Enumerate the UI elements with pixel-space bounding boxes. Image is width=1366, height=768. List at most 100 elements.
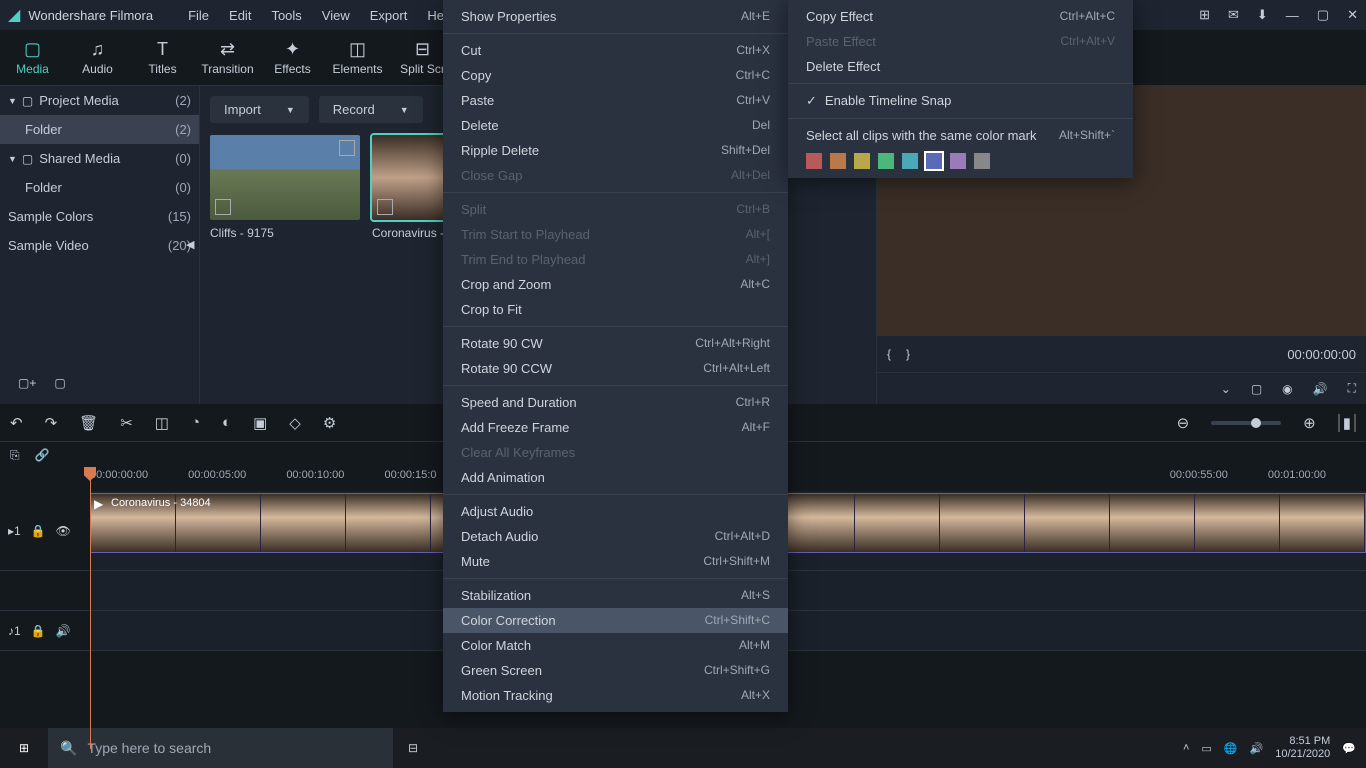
timeline-link-icon[interactable]: 🔗 (35, 448, 50, 463)
ctx-stabilization[interactable]: StabilizationAlt+S (443, 583, 788, 608)
ctx-delete[interactable]: DeleteDel (443, 113, 788, 138)
tab-titles[interactable]: TTitles (130, 33, 195, 82)
settings-icon[interactable]: ⚙ (323, 414, 336, 432)
marker-in-icon[interactable]: { (887, 347, 891, 361)
ctx-crop-to-fit[interactable]: Crop to Fit (443, 297, 788, 322)
ctx-motion-tracking[interactable]: Motion TrackingAlt+X (443, 683, 788, 708)
task-view-icon[interactable]: ⊟ (393, 728, 433, 768)
folder-icon[interactable]: ▢ (54, 376, 65, 390)
ctx-rotate-90-cw[interactable]: Rotate 90 CWCtrl+Alt+Right (443, 331, 788, 356)
zoom-fit-icon[interactable]: ▮ (1338, 414, 1356, 432)
menu-export[interactable]: Export (360, 8, 418, 23)
taskbar-clock[interactable]: 8:51 PM 10/21/2020 (1275, 735, 1330, 761)
tab-effects[interactable]: ✦Effects (260, 33, 325, 82)
ctx-cut[interactable]: CutCtrl+X (443, 38, 788, 63)
ctx-color-correction[interactable]: Color CorrectionCtrl+Shift+C (443, 608, 788, 633)
tab-transition[interactable]: ⇄Transition (195, 33, 260, 82)
ctx-add-freeze-frame[interactable]: Add Freeze FrameAlt+F (443, 415, 788, 440)
crop-icon[interactable]: ◫ (155, 414, 169, 432)
ctx-mute[interactable]: MuteCtrl+Shift+M (443, 549, 788, 574)
sidebar-project-media[interactable]: ▼▢Project Media(2) (0, 86, 199, 115)
collapse-sidebar-icon[interactable]: ◀ (186, 238, 194, 251)
download-icon[interactable]: ⬇ (1257, 7, 1268, 23)
quality-dropdown-icon[interactable]: ⌄ (1221, 382, 1231, 396)
layout-icon[interactable]: ⊞ (1199, 7, 1210, 23)
menu-edit[interactable]: Edit (219, 8, 261, 23)
color-mark[interactable] (854, 153, 870, 169)
color-mark[interactable] (974, 153, 990, 169)
timeline-copy-icon[interactable]: ⎘ (10, 448, 20, 463)
close-icon[interactable]: ✕ (1347, 7, 1358, 23)
marker-out-icon[interactable]: } (906, 347, 910, 361)
color-icon[interactable]: ◐ (222, 414, 231, 431)
menu-tools[interactable]: Tools (261, 8, 311, 23)
ctx-enable-snap[interactable]: ✓Enable Timeline Snap (788, 88, 1133, 114)
greenscreen-icon[interactable]: ▣ (253, 414, 267, 432)
ctx-paste[interactable]: PasteCtrl+V (443, 88, 788, 113)
battery-icon[interactable]: ▭ (1201, 742, 1211, 755)
ctx-copy-effect[interactable]: Copy EffectCtrl+Alt+C (788, 4, 1133, 29)
minimize-icon[interactable]: — (1286, 8, 1299, 23)
ctx-rotate-90-ccw[interactable]: Rotate 90 CCWCtrl+Alt+Left (443, 356, 788, 381)
taskbar-search[interactable]: 🔍 Type here to search (48, 728, 393, 768)
sidebar-sample-colors[interactable]: Sample Colors(15) (0, 202, 199, 231)
add-icon[interactable] (339, 140, 355, 156)
record-dropdown[interactable]: Record▼ (319, 96, 423, 123)
ctx-ripple-delete[interactable]: Ripple DeleteShift+Del (443, 138, 788, 163)
visibility-icon[interactable]: 👁 (56, 524, 71, 538)
tab-audio[interactable]: ♫Audio (65, 33, 130, 82)
zoom-slider[interactable] (1211, 421, 1281, 425)
context-menu: Show PropertiesAlt+E CutCtrl+XCopyCtrl+CP… (443, 0, 788, 712)
color-mark[interactable] (878, 153, 894, 169)
ctx-speed-and-duration[interactable]: Speed and DurationCtrl+R (443, 390, 788, 415)
ctx-adjust-audio[interactable]: Adjust Audio (443, 499, 788, 524)
menu-file[interactable]: File (178, 8, 219, 23)
ctx-show-properties[interactable]: Show PropertiesAlt+E (443, 4, 788, 29)
delete-icon[interactable]: 🗑 (79, 414, 98, 432)
menu-view[interactable]: View (312, 8, 360, 23)
zoom-in-icon[interactable]: ⊕ (1303, 414, 1316, 432)
tray-chevron-icon[interactable]: ˄ (1183, 742, 1189, 754)
ctx-color-match[interactable]: Color MatchAlt+M (443, 633, 788, 658)
start-button[interactable]: ⊞ (0, 728, 48, 768)
ctx-crop-and-zoom[interactable]: Crop and ZoomAlt+C (443, 272, 788, 297)
ctx-green-screen[interactable]: Green ScreenCtrl+Shift+G (443, 658, 788, 683)
sidebar-shared-media[interactable]: ▼▢Shared Media(0) (0, 144, 199, 173)
snapshot-icon[interactable]: ◉ (1282, 382, 1292, 396)
volume-icon[interactable]: 🔊 (1250, 742, 1264, 755)
mail-icon[interactable]: ✉ (1228, 7, 1239, 23)
undo-icon[interactable]: ↶ (10, 414, 23, 432)
lock-icon[interactable]: 🔒 (31, 524, 46, 538)
sidebar-sample-video[interactable]: Sample Video(20) (0, 231, 199, 260)
import-dropdown[interactable]: Import▼ (210, 96, 309, 123)
add-folder-icon[interactable]: ▢+ (18, 376, 36, 390)
redo-icon[interactable]: ↷ (45, 414, 58, 432)
zoom-out-icon[interactable]: ⊖ (1177, 414, 1190, 432)
lock-icon[interactable]: 🔒 (31, 624, 46, 638)
mute-icon[interactable]: 🔊 (56, 624, 71, 638)
ctx-copy[interactable]: CopyCtrl+C (443, 63, 788, 88)
color-mark[interactable] (902, 153, 918, 169)
network-icon[interactable]: 🌐 (1224, 742, 1238, 755)
tab-media[interactable]: ▢Media (0, 33, 65, 82)
sidebar-folder-2[interactable]: Folder(0) (0, 173, 199, 202)
ctx-add-animation[interactable]: Add Animation (443, 465, 788, 490)
sidebar-folder-1[interactable]: Folder(2) (0, 115, 199, 144)
ctx-delete-effect[interactable]: Delete Effect (788, 54, 1133, 79)
fullscreen-icon[interactable]: ⛶ (1348, 381, 1356, 396)
ctx-detach-audio[interactable]: Detach AudioCtrl+Alt+D (443, 524, 788, 549)
notifications-icon[interactable]: 💬 (1342, 742, 1356, 755)
color-mark[interactable] (950, 153, 966, 169)
color-mark[interactable] (830, 153, 846, 169)
playhead[interactable] (90, 469, 91, 749)
maximize-icon[interactable]: ▢ (1317, 7, 1329, 23)
volume-icon[interactable]: 🔊 (1313, 382, 1328, 396)
media-thumb[interactable]: Cliffs - 9175 (210, 135, 360, 240)
display-icon[interactable]: ▢ (1251, 382, 1262, 396)
color-mark[interactable] (806, 153, 822, 169)
speed-icon[interactable]: ◔ (191, 414, 200, 431)
color-mark[interactable] (926, 153, 942, 169)
split-icon[interactable]: ✂ (120, 414, 133, 432)
keyframe-icon[interactable]: ◇ (289, 414, 301, 432)
tab-elements[interactable]: ◫Elements (325, 33, 390, 82)
